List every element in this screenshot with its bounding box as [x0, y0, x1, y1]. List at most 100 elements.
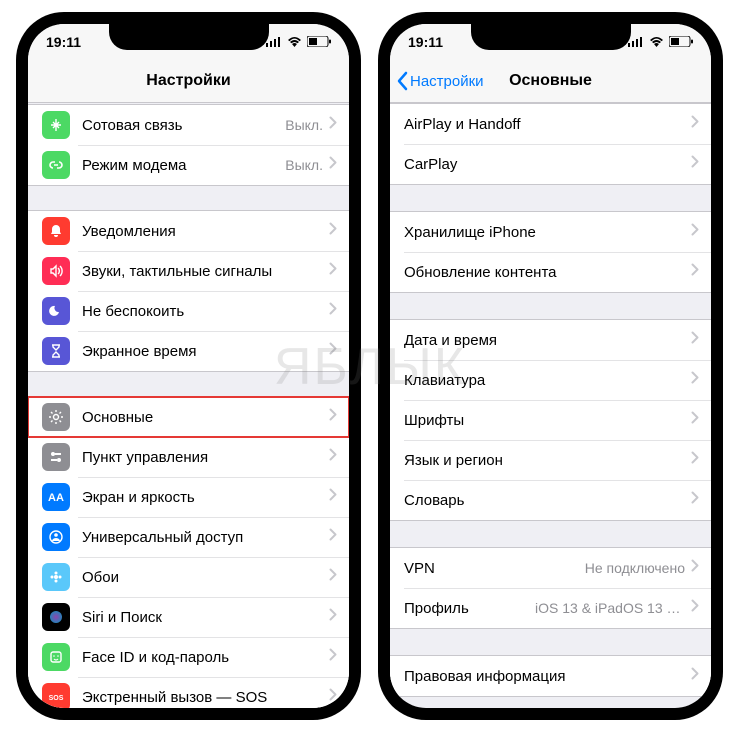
- row-label: Правовая информация: [404, 668, 691, 685]
- notch: [471, 24, 631, 50]
- antenna-icon: [42, 111, 70, 139]
- siri-icon: [42, 603, 70, 631]
- row-label: AirPlay и Handoff: [404, 116, 691, 133]
- svg-text:SOS: SOS: [49, 695, 64, 702]
- back-button[interactable]: Настройки: [390, 71, 484, 91]
- row-label: VPN: [404, 560, 585, 577]
- row-screentime[interactable]: Экранное время: [28, 331, 349, 371]
- row-background-refresh[interactable]: Обновление контента: [390, 252, 711, 292]
- row-hotspot[interactable]: Режим модемаВыкл.: [28, 145, 349, 185]
- chevron-right-icon: [329, 262, 337, 280]
- row-label: Siri и Поиск: [82, 609, 329, 626]
- chevron-right-icon: [329, 488, 337, 506]
- bell-icon: [42, 217, 70, 245]
- phone-frame-left: 19:11 Настройки Сотовая связьВыкл.Режим …: [16, 12, 361, 720]
- chevron-right-icon: [329, 156, 337, 174]
- person-icon: [42, 523, 70, 551]
- row-label: Словарь: [404, 492, 691, 509]
- chevron-right-icon: [329, 222, 337, 240]
- navbar: Настройки Основные: [390, 60, 711, 103]
- chevron-right-icon: [329, 528, 337, 546]
- chevron-right-icon: [691, 491, 699, 509]
- row-value: Выкл.: [285, 157, 323, 173]
- row-dnd[interactable]: Не беспокоить: [28, 291, 349, 331]
- row-accessibility[interactable]: Универсальный доступ: [28, 517, 349, 557]
- wifi-icon: [649, 34, 664, 50]
- chevron-right-icon: [329, 688, 337, 706]
- row-storage[interactable]: Хранилище iPhone: [390, 212, 711, 252]
- chevron-right-icon: [691, 371, 699, 389]
- chevron-right-icon: [691, 411, 699, 429]
- row-label: Звуки, тактильные сигналы: [82, 263, 329, 280]
- chevron-right-icon: [329, 448, 337, 466]
- row-label: Экстренный вызов — SOS: [82, 689, 329, 706]
- face-icon: [42, 643, 70, 671]
- moon-icon: [42, 297, 70, 325]
- row-label: Основные: [82, 409, 329, 426]
- chevron-right-icon: [329, 648, 337, 666]
- row-label: Язык и регион: [404, 452, 691, 469]
- chevron-right-icon: [329, 608, 337, 626]
- chevron-right-icon: [329, 342, 337, 360]
- row-siri[interactable]: Siri и Поиск: [28, 597, 349, 637]
- row-label: Универсальный доступ: [82, 529, 329, 546]
- chevron-right-icon: [691, 263, 699, 281]
- battery-icon: [307, 34, 331, 50]
- wifi-icon: [287, 34, 302, 50]
- chevron-right-icon: [691, 115, 699, 133]
- row-airplay[interactable]: AirPlay и Handoff: [390, 104, 711, 144]
- back-label: Настройки: [410, 73, 484, 90]
- signal-icon: [266, 34, 282, 50]
- row-value: iOS 13 & iPadOS 13 Beta Software...: [535, 600, 685, 616]
- row-language-region[interactable]: Язык и регион: [390, 440, 711, 480]
- row-sounds[interactable]: Звуки, тактильные сигналы: [28, 251, 349, 291]
- svg-text:AA: AA: [48, 492, 64, 504]
- row-label: Экран и яркость: [82, 489, 329, 506]
- navbar: Настройки: [28, 60, 349, 103]
- notch: [109, 24, 269, 50]
- row-control-center[interactable]: Пункт управления: [28, 437, 349, 477]
- row-wallpaper[interactable]: Обои: [28, 557, 349, 597]
- row-label: Экранное время: [82, 343, 329, 360]
- phone-frame-right: 19:11 Настройки Основные AirPlay и Hando…: [378, 12, 723, 720]
- row-legal[interactable]: Правовая информация: [390, 656, 711, 696]
- chevron-right-icon: [691, 559, 699, 577]
- row-label: Шрифты: [404, 412, 691, 429]
- row-label: Клавиатура: [404, 372, 691, 389]
- row-display[interactable]: AA Экран и яркость: [28, 477, 349, 517]
- chevron-right-icon: [329, 408, 337, 426]
- row-vpn[interactable]: VPNНе подключено: [390, 548, 711, 588]
- row-cellular[interactable]: Сотовая связьВыкл.: [28, 105, 349, 145]
- status-time: 19:11: [46, 34, 81, 50]
- row-fonts[interactable]: Шрифты: [390, 400, 711, 440]
- link-icon: [42, 151, 70, 179]
- page-title: Настройки: [28, 72, 349, 90]
- row-faceid[interactable]: Face ID и код-пароль: [28, 637, 349, 677]
- row-carplay[interactable]: CarPlay: [390, 144, 711, 184]
- chevron-right-icon: [329, 302, 337, 320]
- chevron-right-icon: [329, 568, 337, 586]
- row-profile[interactable]: ПрофильiOS 13 & iPadOS 13 Beta Software.…: [390, 588, 711, 628]
- speaker-icon: [42, 257, 70, 285]
- row-label: Обновление контента: [404, 264, 691, 281]
- flower-icon: [42, 563, 70, 591]
- row-label: Face ID и код-пароль: [82, 649, 329, 666]
- row-label: Пункт управления: [82, 449, 329, 466]
- signal-icon: [628, 34, 644, 50]
- chevron-right-icon: [691, 599, 699, 617]
- hourglass-icon: [42, 337, 70, 365]
- row-date-time[interactable]: Дата и время: [390, 320, 711, 360]
- row-label: Профиль: [404, 600, 535, 617]
- row-label: Режим модема: [82, 157, 285, 174]
- row-dictionary[interactable]: Словарь: [390, 480, 711, 520]
- chevron-right-icon: [691, 667, 699, 685]
- row-value: Не подключено: [585, 560, 685, 576]
- row-notifications[interactable]: Уведомления: [28, 211, 349, 251]
- sos-icon: SOS: [42, 683, 70, 708]
- switches-icon: [42, 443, 70, 471]
- row-label: Сотовая связь: [82, 117, 285, 134]
- chevron-right-icon: [691, 451, 699, 469]
- row-general[interactable]: Основные: [28, 397, 349, 437]
- row-sos[interactable]: SOS Экстренный вызов — SOS: [28, 677, 349, 708]
- row-keyboard[interactable]: Клавиатура: [390, 360, 711, 400]
